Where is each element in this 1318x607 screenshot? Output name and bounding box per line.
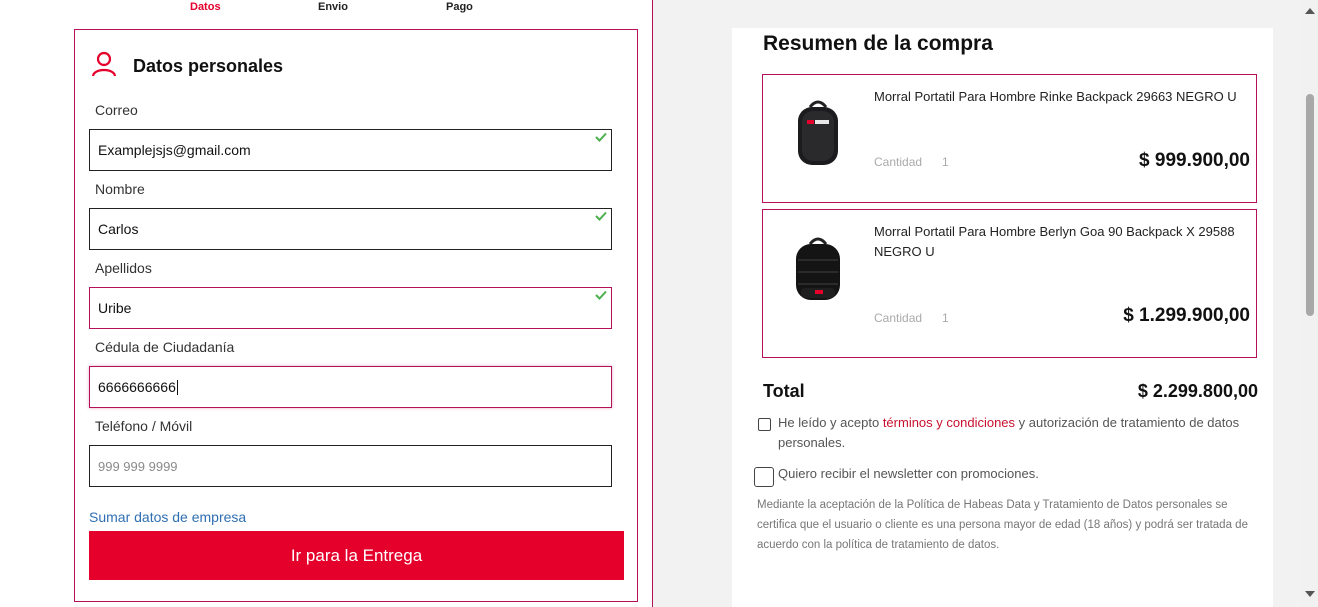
terms-prefix: He leído y acepto	[778, 415, 880, 430]
add-company-data-link[interactable]: Sumar datos de empresa	[89, 509, 246, 525]
terms-link[interactable]: términos y condiciones	[883, 415, 1015, 430]
product-name: Morral Portatil Para Hombre Berlyn Goa 9…	[874, 224, 1235, 259]
quantity-label: Cantidad	[874, 155, 923, 169]
email-value: Examplejsjs@gmail.com	[98, 142, 251, 158]
product-price: $ 999.900,00	[1139, 150, 1250, 171]
lastname-label: Apellidos	[95, 260, 152, 276]
step-envio[interactable]: Envio	[318, 1, 348, 13]
name-value: Carlos	[98, 221, 139, 237]
id-number-label: Cédula de Ciudadanía	[95, 339, 235, 355]
form-header: Datos personales	[91, 51, 284, 82]
check-icon	[595, 290, 607, 300]
quantity-value: 1	[942, 155, 949, 169]
summary-title: Resumen de la compra	[763, 32, 993, 55]
terms-checkbox[interactable]	[758, 418, 771, 431]
id-number-field[interactable]: 6666666666	[89, 366, 612, 408]
product-name: Morral Portatil Para Hombre Rinke Backpa…	[874, 89, 1237, 104]
scroll-down-arrow-icon[interactable]	[1305, 591, 1315, 597]
quantity: Cantidad 1	[874, 311, 949, 325]
phone-field[interactable]: 999 999 9999	[89, 445, 612, 487]
terms-text: He leído y acepto términos y condiciones…	[778, 413, 1268, 453]
email-field[interactable]: Examplejsjs@gmail.com	[89, 129, 612, 171]
name-field[interactable]: Carlos	[89, 208, 612, 250]
phone-label: Teléfono / Móvil	[95, 418, 193, 434]
step-pago[interactable]: Pago	[446, 1, 473, 13]
newsletter-checkbox[interactable]	[754, 467, 774, 487]
quantity-label: Cantidad	[874, 311, 923, 325]
total-value: $ 2.299.800,00	[1137, 381, 1258, 401]
lastname-field[interactable]: Uribe	[89, 287, 612, 329]
scroll-up-arrow-icon[interactable]	[1305, 8, 1315, 14]
purchase-summary: Resumen de la compra Morral Portatil Par…	[732, 28, 1273, 607]
product-card: Morral Portatil Para Hombre Berlyn Goa 9…	[762, 209, 1257, 358]
step-datos[interactable]: Datos	[190, 1, 221, 13]
checkout-steps: Datos Envio Pago	[0, 0, 652, 16]
product-card: Morral Portatil Para Hombre Rinke Backpa…	[762, 74, 1257, 203]
id-number-value: 6666666666	[98, 379, 176, 395]
check-icon	[595, 132, 607, 142]
newsletter-text: Quiero recibir el newsletter con promoci…	[778, 466, 1039, 481]
legal-disclaimer: Mediante la aceptación de la Política de…	[757, 499, 1248, 551]
quantity: Cantidad 1	[874, 155, 949, 169]
user-icon	[91, 51, 133, 82]
scrollbar-thumb[interactable]	[1306, 94, 1314, 316]
product-price: $ 1.299.900,00	[1123, 305, 1250, 326]
form-title: Datos personales	[133, 55, 284, 76]
lastname-value: Uribe	[98, 300, 132, 316]
phone-placeholder: 999 999 9999	[98, 458, 178, 474]
text-caret	[176, 379, 178, 395]
column-divider	[652, 0, 653, 607]
page-scrollbar[interactable]	[1301, 0, 1318, 607]
check-icon	[595, 211, 607, 221]
email-label: Correo	[95, 102, 138, 118]
quantity-value: 1	[942, 311, 949, 325]
go-to-delivery-button[interactable]: Ir para la Entrega	[89, 531, 624, 580]
total-label: Total	[763, 381, 805, 401]
name-label: Nombre	[95, 181, 145, 197]
personal-data-form: Datos personales Correo Examplejsjs@gmai…	[74, 29, 638, 602]
